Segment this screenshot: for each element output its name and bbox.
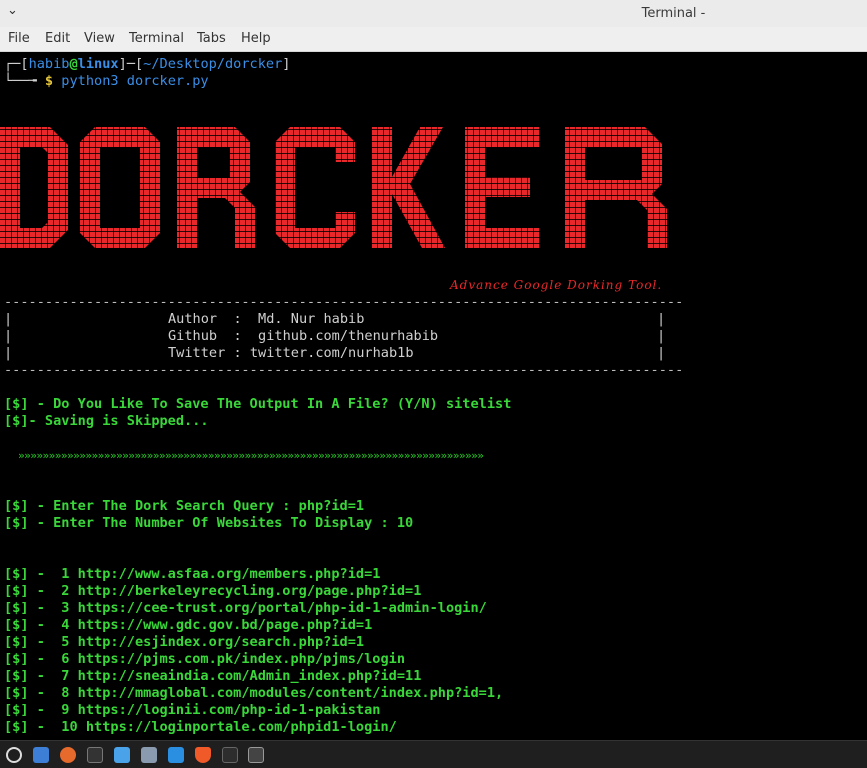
menu-edit[interactable]: Edit xyxy=(45,31,70,46)
author-line: Author : Md. Nur habib xyxy=(168,311,365,327)
menu-help[interactable]: Help xyxy=(241,31,271,46)
author-bar-right: | xyxy=(657,311,666,327)
result-line: [$] - 10 https://loginportale.com/phpid1… xyxy=(4,719,397,735)
tagline: Advance Google Dorking Tool. xyxy=(450,278,663,292)
dorcker-logo-art xyxy=(0,127,667,248)
result-line: [$] - 5 http://esjindex.org/search.php?i… xyxy=(4,634,365,650)
folder-icon[interactable] xyxy=(141,747,157,763)
twitter-bar-right: | xyxy=(657,345,666,361)
terminal2-icon[interactable] xyxy=(222,747,238,763)
files-icon[interactable] xyxy=(33,747,49,763)
github-line: Github : github.com/thenurhabib xyxy=(168,328,439,344)
terminal3-icon[interactable] xyxy=(248,747,264,763)
result-line: [$] - 6 https://pjms.com.pk/index.php/pj… xyxy=(4,651,406,667)
menu-terminal[interactable]: Terminal xyxy=(129,31,184,46)
menu-view[interactable]: View xyxy=(84,31,115,46)
result-line: [$] - 9 https://loginii.com/php-id-1-pak… xyxy=(4,702,381,718)
twitter-bar-left: | xyxy=(4,345,13,361)
taskbar xyxy=(0,740,867,768)
terminal-icon[interactable] xyxy=(87,747,103,763)
menu-icon[interactable] xyxy=(6,747,22,763)
result-line: [$] - 4 https://www.gdc.gov.bd/page.php?… xyxy=(4,617,373,633)
finder-icon[interactable] xyxy=(114,747,130,763)
vscode-icon[interactable] xyxy=(168,747,184,763)
menu-tabs[interactable]: Tabs xyxy=(197,31,226,46)
query-prompt: [$] - Enter The Dork Search Query : php?… xyxy=(4,498,365,514)
github-bar-left: | xyxy=(4,328,13,344)
prompt-line-2: └──╼ $ python3 dorcker.py xyxy=(4,73,209,89)
author-bar-left: | xyxy=(4,311,13,327)
menu-bar: File Edit View Terminal Tabs Help xyxy=(0,27,867,52)
prompt-line-1: ┌─[habib@linux]─[~/Desktop/dorcker] xyxy=(4,56,291,72)
github-bar-right: | xyxy=(657,328,666,344)
result-line: [$] - 8 http://mmaglobal.com/modules/con… xyxy=(4,685,504,701)
window-title: Terminal - xyxy=(641,6,706,21)
save-prompt: [$] - Do You Like To Save The Output In … xyxy=(4,396,512,412)
firefox-icon[interactable] xyxy=(60,747,76,763)
result-line: [$] - 1 http://www.asfaa.org/members.php… xyxy=(4,566,381,582)
count-prompt: [$] - Enter The Number Of Websites To Di… xyxy=(4,515,414,531)
brave-icon[interactable] xyxy=(195,747,211,763)
title-bar: ⌄ Terminal - xyxy=(0,0,867,27)
result-line: [$] - 2 http://berkeleyrecycling.org/pag… xyxy=(4,583,422,599)
menu-file[interactable]: File xyxy=(8,31,30,46)
result-line: [$] - 3 https://cee-trust.org/portal/php… xyxy=(4,600,487,616)
save-skipped: [$]- Saving is Skipped... xyxy=(4,413,209,429)
dorcker-logo xyxy=(0,112,680,266)
separator-bottom: ----------------------------------------… xyxy=(4,362,684,378)
separator-top: ----------------------------------------… xyxy=(4,294,684,310)
result-line: [$] - 7 http://sneaindia.com/Admin_index… xyxy=(4,668,422,684)
arrow-divider: »»»»»»»»»»»»»»»»»»»»»»»»»»»»»»»»»»»»»»»»… xyxy=(18,449,484,462)
terminal-output[interactable]: ┌─[habib@linux]─[~/Desktop/dorcker] └──╼… xyxy=(0,52,867,740)
twitter-line: Twitter : twitter.com/nurhab1b xyxy=(168,345,414,361)
